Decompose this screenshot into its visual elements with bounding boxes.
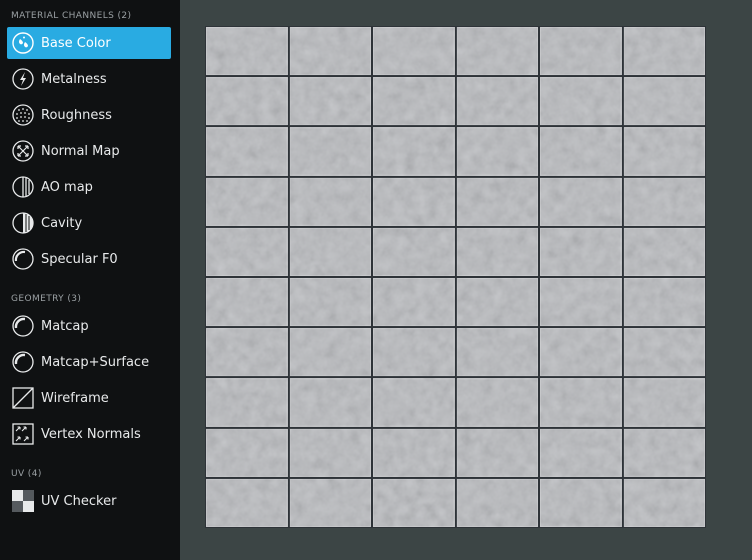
sidebar-item-metalness[interactable]: Metalness bbox=[7, 63, 171, 95]
sidebar: MATERIAL CHANNELS (2) Base Color Metalne… bbox=[0, 0, 180, 560]
sidebar-item-uv-checker[interactable]: UV Checker bbox=[7, 485, 171, 517]
sidebar-item-label: Roughness bbox=[41, 107, 112, 123]
cavity-sphere-icon bbox=[11, 211, 35, 235]
section-label-uv: UV (4) bbox=[11, 469, 42, 479]
sidebar-item-label: Vertex Normals bbox=[41, 426, 141, 442]
checker-icon bbox=[11, 489, 35, 513]
sidebar-item-label: Cavity bbox=[41, 215, 83, 231]
sidebar-item-label: Matcap+Surface bbox=[41, 354, 150, 370]
specular-sphere-icon bbox=[11, 247, 35, 271]
sidebar-item-base-color[interactable]: Base Color bbox=[7, 27, 171, 59]
sidebar-item-matcap-surface[interactable]: Matcap+Surface bbox=[7, 346, 171, 378]
sidebar-item-specular-f0[interactable]: Specular F0 bbox=[7, 243, 171, 275]
section-label-material-channels: MATERIAL CHANNELS (2) bbox=[11, 11, 132, 21]
sidebar-item-normal-map[interactable]: Normal Map bbox=[7, 135, 171, 167]
sidebar-item-label: Matcap bbox=[41, 318, 89, 334]
section-label-geometry: GEOMETRY (3) bbox=[11, 294, 82, 304]
sidebar-item-cavity[interactable]: Cavity bbox=[7, 207, 171, 239]
sidebar-item-matcap[interactable]: Matcap bbox=[7, 310, 171, 342]
sidebar-item-wireframe[interactable]: Wireframe bbox=[7, 382, 171, 414]
vertex-normals-icon bbox=[11, 422, 35, 446]
matcap-surface-icon bbox=[11, 350, 35, 374]
arrows-sphere-icon bbox=[11, 139, 35, 163]
sidebar-item-label: Normal Map bbox=[41, 143, 120, 159]
sidebar-item-label: Base Color bbox=[41, 35, 111, 51]
tile-texture-preview bbox=[205, 26, 706, 528]
matcap-sphere-icon bbox=[11, 314, 35, 338]
viewport-canvas[interactable] bbox=[205, 26, 706, 528]
sidebar-item-ao-map[interactable]: AO map bbox=[7, 171, 171, 203]
striped-sphere-icon bbox=[11, 175, 35, 199]
sidebar-item-roughness[interactable]: Roughness bbox=[7, 99, 171, 131]
sidebar-item-vertex-normals[interactable]: Vertex Normals bbox=[7, 418, 171, 450]
sidebar-item-label: Wireframe bbox=[41, 390, 109, 406]
sidebar-item-label: UV Checker bbox=[41, 493, 117, 509]
base-color-icon bbox=[11, 31, 35, 55]
sidebar-item-label: Specular F0 bbox=[41, 251, 118, 267]
wireframe-icon bbox=[11, 386, 35, 410]
dotted-sphere-icon bbox=[11, 103, 35, 127]
sidebar-item-label: Metalness bbox=[41, 71, 107, 87]
lightning-icon bbox=[11, 67, 35, 91]
sidebar-item-label: AO map bbox=[41, 179, 93, 195]
